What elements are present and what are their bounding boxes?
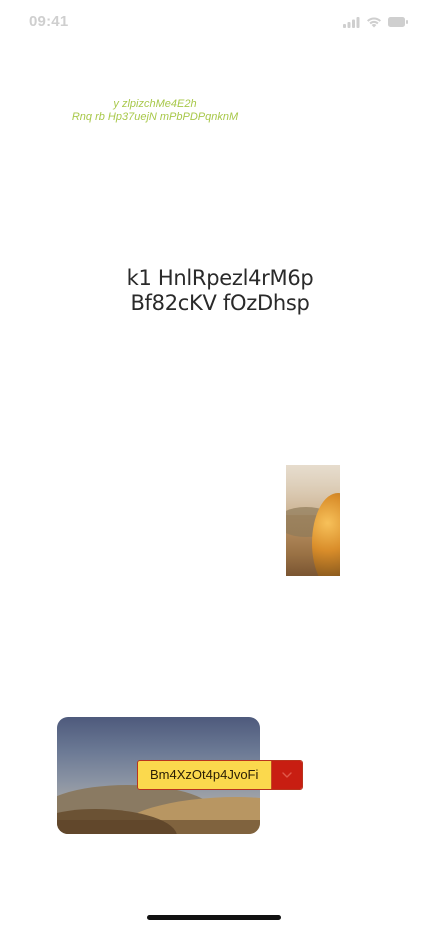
cactus-photo [286,465,340,576]
dropdown-selected-value[interactable]: Bm4XzOt4p4JvoFi [138,761,273,789]
dropdown-select[interactable]: Bm4XzOt4p4JvoFi [137,760,304,790]
dropdown-toggle-button[interactable] [272,761,303,789]
chevron-down-icon[interactable] [282,772,293,778]
desert-hills-shadow [57,820,260,834]
page-title: k1 HnlRpezl4rM6p Bf82cKV fOzDhsp [95,266,345,316]
wifi-icon [366,17,382,28]
signal-icon [343,16,360,28]
status-time: 09:41 [29,13,69,30]
page-title-line-2: Bf82cKV fOzDhsp [130,291,310,315]
tagline-line-1: y zlpizchMe4E2h [113,98,197,110]
status-bar: 09:41 [0,0,428,44]
tagline-line-2: Rnq rb Hp37uejN mPbPDPqnknM [71,111,239,123]
battery-icon [388,17,408,27]
page-title-line-1: k1 HnlRpezl4rM6p [126,266,314,290]
app-screen: 09:41 y zlpizchMe4E2h Rnq rb Hp37uejN mP… [0,0,428,926]
home-indicator[interactable] [147,915,281,920]
status-icons [343,16,408,28]
tagline: y zlpizchMe4E2h Rnq rb Hp37uejN mPbPDPqn… [50,98,260,124]
